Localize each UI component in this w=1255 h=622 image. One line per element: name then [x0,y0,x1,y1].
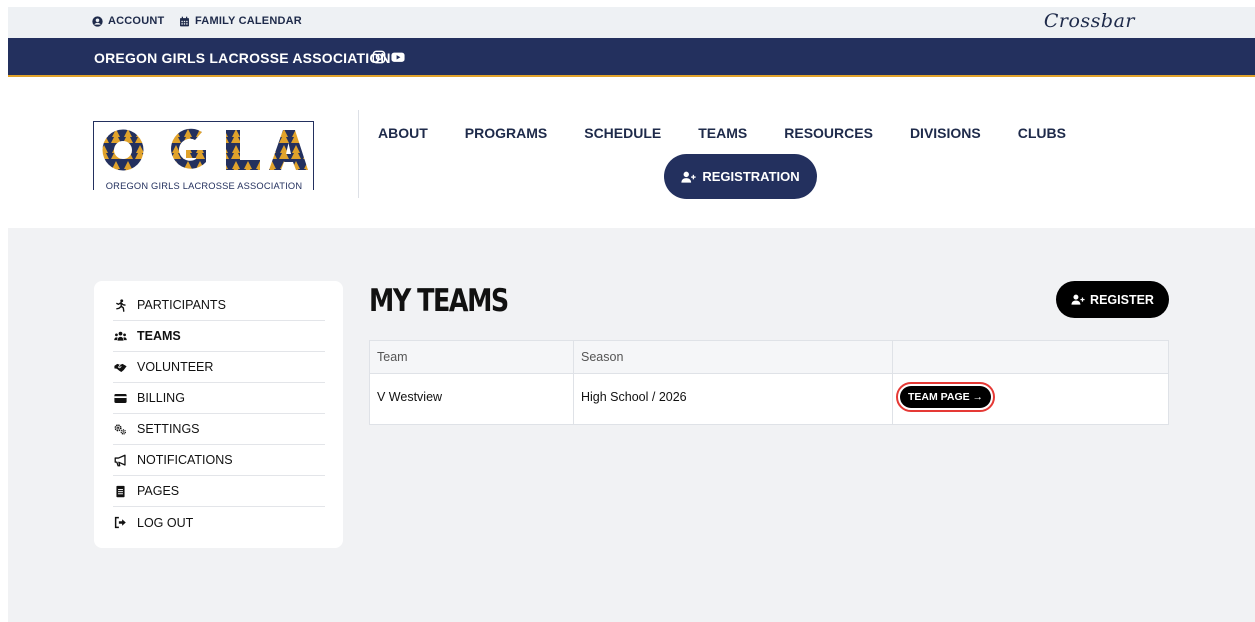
register-label: REGISTER [1090,292,1154,307]
ogla-logo-letters [102,128,308,171]
nav-resources[interactable]: RESOURCES [784,125,873,141]
gears-icon [114,423,127,435]
column-header-actions [892,340,1169,374]
season-cell: High School / 2026 [573,373,893,425]
user-plus-icon [1071,294,1085,305]
sidebar-item-label: PAGES [137,484,180,498]
team-page-button[interactable]: TEAM PAGE → [895,382,996,412]
family-calendar-label: FAMILY CALENDAR [195,15,302,27]
sidebar-item-label: TEAMS [137,329,181,343]
column-header-team: Team [369,340,574,374]
youtube-icon[interactable] [391,50,405,64]
register-button[interactable]: REGISTER [1056,281,1169,318]
sidebar-item-billing[interactable]: BILLING [113,383,325,414]
account-link[interactable]: ACCOUNT [92,15,164,27]
sidebar-item-notifications[interactable]: NOTIFICATIONS [113,445,325,476]
users-icon [114,331,127,341]
registration-button[interactable]: REGISTRATION [664,154,817,199]
sidebar-item-label: LOG OUT [137,515,194,530]
logout-icon [114,516,126,529]
main-nav: ABOUT PROGRAMS SCHEDULE TEAMS RESOURCES … [378,125,1103,141]
org-bar: OREGON GIRLS LACROSSE ASSOCIATION [8,38,1255,77]
instagram-icon[interactable] [372,50,386,64]
sidebar-item-pages[interactable]: PAGES [113,476,325,507]
account-label: ACCOUNT [108,15,165,27]
column-header-season: Season [573,340,893,374]
account-sidebar: PARTICIPANTS TEAMS VOLUNTEER BILLING SET… [94,281,343,548]
user-circle-icon [92,15,103,27]
header-divider [358,110,359,198]
megaphone-icon [114,454,126,466]
team-name-cell: V Westview [369,373,574,425]
running-person-icon [116,298,126,312]
sidebar-item-participants[interactable]: PARTICIPANTS [113,290,325,321]
credit-card-icon [114,393,127,403]
calendar-icon [180,16,189,26]
nav-divisions[interactable]: DIVISIONS [910,125,981,141]
action-cell: TEAM PAGE → [892,373,1169,425]
table-row: V Westview High School / 2026 TEAM PAGE … [369,373,1169,425]
user-plus-icon [681,171,696,183]
sidebar-item-label: BILLING [137,391,185,405]
family-calendar-link[interactable]: FAMILY CALENDAR [179,15,302,27]
nav-clubs[interactable]: CLUBS [1018,125,1066,141]
social-links [372,50,405,64]
utility-bar: ACCOUNT FAMILY CALENDAR Crossbar [8,7,1255,38]
teams-table: Team Season V Westview High School / 202… [369,340,1169,425]
table-header-row: Team Season [369,340,1169,374]
sidebar-item-label: VOLUNTEER [137,360,214,374]
nav-about[interactable]: ABOUT [378,125,428,141]
page-title: MY TEAMS [369,283,509,319]
nav-programs[interactable]: PROGRAMS [465,125,547,141]
crossbar-logo[interactable]: Crossbar [1044,10,1135,32]
sidebar-item-settings[interactable]: SETTINGS [113,414,325,445]
handshake-icon [114,363,127,372]
sidebar-item-label: PARTICIPANTS [137,298,226,312]
nav-teams[interactable]: TEAMS [698,125,747,141]
sidebar-item-label: SETTINGS [137,422,200,436]
registration-label: REGISTRATION [702,169,800,184]
logo-subtitle: OREGON GIRLS LACROSSE ASSOCIATION [95,181,313,191]
sidebar-item-logout[interactable]: LOG OUT [113,507,325,538]
nav-schedule[interactable]: SCHEDULE [584,125,661,141]
sidebar-item-label: NOTIFICATIONS [137,453,233,467]
sidebar-item-volunteer[interactable]: VOLUNTEER [113,352,325,383]
sidebar-item-teams[interactable]: TEAMS [113,321,325,352]
ogla-logo[interactable] [93,121,314,190]
file-icon [116,485,125,497]
org-title[interactable]: OREGON GIRLS LACROSSE ASSOCIATION [94,50,391,66]
